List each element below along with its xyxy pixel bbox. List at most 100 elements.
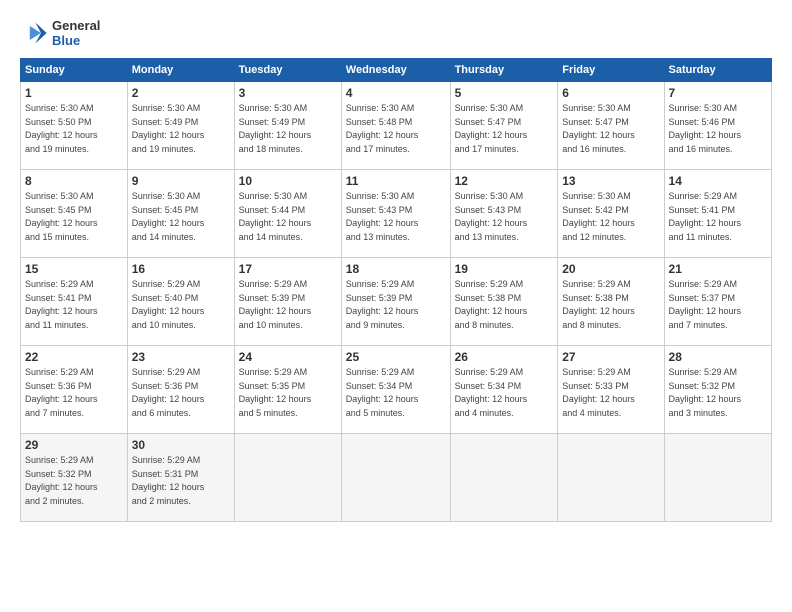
logo: General Blue (20, 18, 100, 48)
day-info: Sunrise: 5:29 AMSunset: 5:36 PMDaylight:… (25, 366, 123, 420)
day-info: Sunrise: 5:29 AMSunset: 5:31 PMDaylight:… (132, 454, 230, 508)
day-info: Sunrise: 5:29 AMSunset: 5:40 PMDaylight:… (132, 278, 230, 332)
calendar-cell: 22 Sunrise: 5:29 AMSunset: 5:36 PMDayligh… (21, 346, 128, 434)
day-info: Sunrise: 5:29 AMSunset: 5:37 PMDaylight:… (669, 278, 767, 332)
calendar-cell: 13 Sunrise: 5:30 AMSunset: 5:42 PMDayligh… (558, 170, 664, 258)
calendar-cell: 9 Sunrise: 5:30 AMSunset: 5:45 PMDaylight… (127, 170, 234, 258)
day-info: Sunrise: 5:29 AMSunset: 5:41 PMDaylight:… (25, 278, 123, 332)
calendar-cell: 14 Sunrise: 5:29 AMSunset: 5:41 PMDayligh… (664, 170, 771, 258)
day-info: Sunrise: 5:29 AMSunset: 5:34 PMDaylight:… (346, 366, 446, 420)
day-info: Sunrise: 5:30 AMSunset: 5:46 PMDaylight:… (669, 102, 767, 156)
calendar-cell: 5 Sunrise: 5:30 AMSunset: 5:47 PMDaylight… (450, 82, 558, 170)
day-info: Sunrise: 5:29 AMSunset: 5:33 PMDaylight:… (562, 366, 659, 420)
day-number: 2 (132, 86, 230, 100)
calendar-cell: 10Sunrise: 5:30 AMSunset: 5:44 PMDayligh… (234, 170, 341, 258)
calendar-cell (450, 434, 558, 522)
weekday-header-friday: Friday (558, 59, 664, 82)
day-number: 21 (669, 262, 767, 276)
day-number: 29 (25, 438, 123, 452)
day-number: 17 (239, 262, 337, 276)
day-number: 22 (25, 350, 123, 364)
day-number: 24 (239, 350, 337, 364)
weekday-header-monday: Monday (127, 59, 234, 82)
day-info: Sunrise: 5:30 AMSunset: 5:44 PMDaylight:… (239, 190, 337, 244)
day-info: Sunrise: 5:30 AMSunset: 5:47 PMDaylight:… (562, 102, 659, 156)
day-number: 7 (669, 86, 767, 100)
calendar-cell: 16 Sunrise: 5:29 AMSunset: 5:40 PMDayligh… (127, 258, 234, 346)
day-number: 3 (239, 86, 337, 100)
calendar-cell: 15 Sunrise: 5:29 AMSunset: 5:41 PMDayligh… (21, 258, 128, 346)
day-number: 14 (669, 174, 767, 188)
calendar-cell (234, 434, 341, 522)
calendar-cell: 29 Sunrise: 5:29 AMSunset: 5:32 PMDayligh… (21, 434, 128, 522)
day-number: 16 (132, 262, 230, 276)
day-info: Sunrise: 5:29 AMSunset: 5:38 PMDaylight:… (455, 278, 554, 332)
calendar-cell (341, 434, 450, 522)
calendar-cell: 12 Sunrise: 5:30 AMSunset: 5:43 PMDayligh… (450, 170, 558, 258)
day-number: 26 (455, 350, 554, 364)
day-info: Sunrise: 5:30 AMSunset: 5:45 PMDaylight:… (132, 190, 230, 244)
day-number: 5 (455, 86, 554, 100)
day-number: 4 (346, 86, 446, 100)
calendar-cell (558, 434, 664, 522)
calendar-cell: 21 Sunrise: 5:29 AMSunset: 5:37 PMDayligh… (664, 258, 771, 346)
weekday-header-thursday: Thursday (450, 59, 558, 82)
day-number: 23 (132, 350, 230, 364)
day-number: 13 (562, 174, 659, 188)
day-info: Sunrise: 5:30 AMSunset: 5:47 PMDaylight:… (455, 102, 554, 156)
day-number: 18 (346, 262, 446, 276)
calendar-cell: 27 Sunrise: 5:29 AMSunset: 5:33 PMDayligh… (558, 346, 664, 434)
day-number: 28 (669, 350, 767, 364)
day-info: Sunrise: 5:30 AMSunset: 5:48 PMDaylight:… (346, 102, 446, 156)
day-number: 11 (346, 174, 446, 188)
calendar-cell: 6 Sunrise: 5:30 AMSunset: 5:47 PMDaylight… (558, 82, 664, 170)
day-number: 12 (455, 174, 554, 188)
day-info: Sunrise: 5:29 AMSunset: 5:39 PMDaylight:… (346, 278, 446, 332)
day-info: Sunrise: 5:29 AMSunset: 5:32 PMDaylight:… (25, 454, 123, 508)
calendar-cell: 23 Sunrise: 5:29 AMSunset: 5:36 PMDayligh… (127, 346, 234, 434)
calendar-cell: 24 Sunrise: 5:29 AMSunset: 5:35 PMDayligh… (234, 346, 341, 434)
weekday-header-tuesday: Tuesday (234, 59, 341, 82)
day-info: Sunrise: 5:30 AMSunset: 5:49 PMDaylight:… (132, 102, 230, 156)
logo-icon (20, 19, 48, 47)
calendar-cell: 8Sunrise: 5:30 AMSunset: 5:45 PMDaylight… (21, 170, 128, 258)
calendar-cell (664, 434, 771, 522)
day-info: Sunrise: 5:29 AMSunset: 5:41 PMDaylight:… (669, 190, 767, 244)
weekday-header-row: SundayMondayTuesdayWednesdayThursdayFrid… (21, 59, 772, 82)
day-info: Sunrise: 5:29 AMSunset: 5:38 PMDaylight:… (562, 278, 659, 332)
calendar-cell: 7 Sunrise: 5:30 AMSunset: 5:46 PMDaylight… (664, 82, 771, 170)
day-info: Sunrise: 5:30 AMSunset: 5:43 PMDaylight:… (346, 190, 446, 244)
day-number: 6 (562, 86, 659, 100)
day-number: 27 (562, 350, 659, 364)
day-info: Sunrise: 5:29 AMSunset: 5:34 PMDaylight:… (455, 366, 554, 420)
calendar-cell: 26 Sunrise: 5:29 AMSunset: 5:34 PMDayligh… (450, 346, 558, 434)
week-row-5: 29 Sunrise: 5:29 AMSunset: 5:32 PMDayligh… (21, 434, 772, 522)
calendar-cell: 18 Sunrise: 5:29 AMSunset: 5:39 PMDayligh… (341, 258, 450, 346)
calendar-cell: 25Sunrise: 5:29 AMSunset: 5:34 PMDayligh… (341, 346, 450, 434)
weekday-header-wednesday: Wednesday (341, 59, 450, 82)
logo-text: General Blue (52, 18, 100, 48)
calendar-cell: 3 Sunrise: 5:30 AMSunset: 5:49 PMDaylight… (234, 82, 341, 170)
week-row-3: 15 Sunrise: 5:29 AMSunset: 5:41 PMDayligh… (21, 258, 772, 346)
page: General Blue SundayMondayTuesdayWednesda… (0, 0, 792, 532)
day-info: Sunrise: 5:29 AMSunset: 5:32 PMDaylight:… (669, 366, 767, 420)
day-info: Sunrise: 5:30 AMSunset: 5:43 PMDaylight:… (455, 190, 554, 244)
day-info: Sunrise: 5:30 AMSunset: 5:42 PMDaylight:… (562, 190, 659, 244)
day-number: 19 (455, 262, 554, 276)
day-number: 9 (132, 174, 230, 188)
calendar-cell: 4 Sunrise: 5:30 AMSunset: 5:48 PMDaylight… (341, 82, 450, 170)
calendar-cell: 1Sunrise: 5:30 AMSunset: 5:50 PMDaylight… (21, 82, 128, 170)
day-info: Sunrise: 5:29 AMSunset: 5:36 PMDaylight:… (132, 366, 230, 420)
weekday-header-sunday: Sunday (21, 59, 128, 82)
week-row-4: 22 Sunrise: 5:29 AMSunset: 5:36 PMDayligh… (21, 346, 772, 434)
calendar-cell: 11 Sunrise: 5:30 AMSunset: 5:43 PMDayligh… (341, 170, 450, 258)
day-number: 20 (562, 262, 659, 276)
day-info: Sunrise: 5:29 AMSunset: 5:35 PMDaylight:… (239, 366, 337, 420)
weekday-header-saturday: Saturday (664, 59, 771, 82)
day-info: Sunrise: 5:30 AMSunset: 5:49 PMDaylight:… (239, 102, 337, 156)
day-number: 1 (25, 86, 123, 100)
day-number: 15 (25, 262, 123, 276)
calendar-cell: 17Sunrise: 5:29 AMSunset: 5:39 PMDayligh… (234, 258, 341, 346)
header: General Blue (20, 18, 772, 48)
calendar-cell: 19 Sunrise: 5:29 AMSunset: 5:38 PMDayligh… (450, 258, 558, 346)
